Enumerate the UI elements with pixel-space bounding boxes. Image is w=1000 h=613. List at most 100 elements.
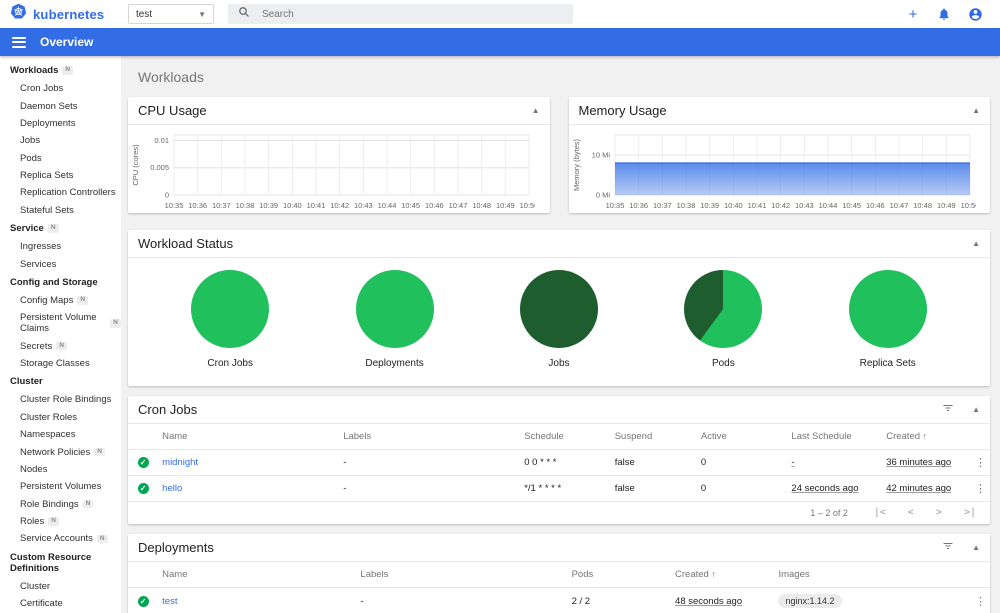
collapse-icon[interactable]: ▲ [972, 543, 980, 552]
sidebar-item-network-policies[interactable]: Network Policies N [0, 443, 121, 460]
filter-icon[interactable] [942, 402, 954, 417]
svg-text:CPU (cores): CPU (cores) [131, 144, 140, 186]
sidebar-item-namespaces[interactable]: Namespaces [0, 426, 121, 443]
sidebar-group-cluster[interactable]: Cluster [0, 372, 121, 391]
column-header-active[interactable]: Active [696, 424, 788, 450]
svg-text:10:40: 10:40 [283, 201, 302, 210]
sidebar-item-cron-jobs[interactable]: Cron Jobs [0, 80, 121, 97]
active-cell: 0 [700, 483, 707, 494]
filter-icon[interactable] [942, 540, 954, 555]
sidebar-item-replication-controllers[interactable]: Replication Controllers [0, 184, 121, 201]
brand[interactable]: kubernetes [10, 3, 128, 25]
sidebar-item-label: Service Accounts [20, 533, 93, 545]
svg-text:10:36: 10:36 [629, 201, 648, 210]
cron-job-link[interactable]: midnight [162, 457, 198, 468]
sidebar-item-label: Deployments [20, 117, 76, 129]
main-content: Workloads CPU Usage ▲ 0 0.005 0.01 10:35 10:… [121, 56, 1000, 613]
sort-ascending-icon: ↑ [708, 569, 716, 579]
cron-job-link[interactable]: hello [162, 483, 182, 494]
sidebar-item-replica-sets[interactable]: Replica Sets [0, 167, 121, 184]
pie-chart-deployments[interactable] [355, 270, 434, 348]
collapse-icon[interactable]: ▲ [972, 106, 980, 115]
svg-text:Memory (bytes): Memory (bytes) [572, 138, 581, 191]
sidebar-item-ingresses[interactable]: Ingresses [0, 238, 121, 255]
cpu-usage-card: CPU Usage ▲ 0 0.005 0.01 10:35 10:36 10:37 10:… [128, 97, 550, 213]
deployments-table: Name Labels Pods Created ↑ Images ✓ test - 2 / 2… [128, 562, 990, 613]
sidebar-group-service[interactable]: Service N [0, 219, 121, 238]
deployment-link[interactable]: test [162, 596, 177, 607]
notifications-button[interactable] [935, 5, 953, 23]
sidebar-item-persistent-volume-claims[interactable]: Persistent Volume Claims N [0, 309, 121, 337]
sidebar-item-pods[interactable]: Pods [0, 150, 121, 167]
row-menu-icon[interactable]: ⋮ [975, 595, 986, 608]
row-menu-icon[interactable]: ⋮ [975, 456, 986, 469]
svg-text:10:36: 10:36 [188, 201, 207, 210]
sidebar-item-jobs[interactable]: Jobs [0, 132, 121, 149]
svg-text:10:37: 10:37 [212, 201, 231, 210]
sort-ascending-icon: ↑ [920, 431, 928, 441]
pie-chart-pods[interactable] [684, 270, 763, 348]
sidebar-group-config-and-storage[interactable]: Config and Storage [0, 273, 121, 292]
kubernetes-dashboard: kubernetes test ▼ + [0, 0, 1000, 613]
svg-text:0.01: 0.01 [154, 136, 169, 145]
column-header-last-schedule[interactable]: Last Schedule [787, 424, 883, 450]
collapse-icon[interactable]: ▲ [972, 405, 980, 414]
column-header-images[interactable]: Images [774, 562, 965, 588]
sidebar-item-nodes[interactable]: Nodes [0, 461, 121, 478]
sidebar-item-label: Replication Controllers [20, 187, 116, 199]
sidebar-group-label: Custom Resource Definitions [10, 551, 92, 574]
sidebar-item-certificate[interactable]: Certificate [0, 595, 121, 612]
search-input[interactable] [262, 8, 563, 20]
schedule-cell: */1 * * * * [524, 483, 562, 494]
sidebar-group-workloads[interactable]: Workloads N [0, 61, 121, 80]
sidebar-item-config-maps[interactable]: Config Maps N [0, 292, 121, 309]
search-bar[interactable] [228, 4, 573, 24]
sidebar-item-service-accounts[interactable]: Service Accounts N [0, 530, 121, 547]
svg-text:10:38: 10:38 [236, 201, 255, 210]
svg-text:10:49: 10:49 [496, 201, 515, 210]
column-header-name[interactable]: Name [158, 424, 340, 450]
active-cell: 0 [700, 457, 707, 468]
collapse-icon[interactable]: ▲ [532, 106, 540, 115]
column-header-pods[interactable]: Pods [567, 562, 672, 588]
next-page-icon[interactable]: > [936, 507, 942, 518]
sidebar-item-secrets[interactable]: Secrets N [0, 338, 121, 355]
sidebar-item-cluster-role-bindings[interactable]: Cluster Role Bindings [0, 391, 121, 408]
column-header-schedule[interactable]: Schedule [520, 424, 611, 450]
pie-chart-jobs[interactable] [519, 270, 598, 348]
plus-icon: + [908, 5, 918, 23]
column-header-created[interactable]: Created ↑ [671, 562, 775, 588]
sidebar-item-storage-classes[interactable]: Storage Classes [0, 355, 121, 372]
sidebar-item-daemon-sets[interactable]: Daemon Sets [0, 97, 121, 114]
first-page-icon[interactable]: |< [874, 507, 886, 518]
create-resource-button[interactable]: + [904, 5, 922, 23]
sidebar-group-custom-resource-definitions[interactable]: Custom Resource Definitions [0, 548, 121, 578]
column-header-name[interactable]: Name [158, 562, 357, 588]
column-header-suspend[interactable]: Suspend [610, 424, 697, 450]
svg-text:10:35: 10:35 [605, 201, 624, 210]
sidebar-item-cluster[interactable]: Cluster [0, 578, 121, 595]
sidebar-item-deployments[interactable]: Deployments [0, 115, 121, 132]
pie-chart-cron-jobs[interactable] [191, 270, 270, 348]
sidebar-item-services[interactable]: Services [0, 255, 121, 272]
collapse-icon[interactable]: ▲ [972, 239, 980, 248]
column-header-labels[interactable]: Labels [339, 424, 521, 450]
sidebar-item-label: Nodes [20, 463, 48, 475]
menu-icon[interactable] [12, 36, 26, 48]
sidebar-item-persistent-volumes[interactable]: Persistent Volumes [0, 478, 121, 495]
account-button[interactable] [966, 5, 984, 23]
sidebar-item-stateful-sets[interactable]: Stateful Sets [0, 202, 121, 219]
sidebar-item-roles[interactable]: Roles N [0, 513, 121, 530]
svg-text:10:48: 10:48 [472, 201, 491, 210]
sidebar-item-role-bindings[interactable]: Role Bindings N [0, 496, 121, 513]
prev-page-icon[interactable]: < [908, 507, 914, 518]
sidebar-item-cluster-roles[interactable]: Cluster Roles [0, 409, 121, 426]
column-header-created[interactable]: Created ↑ [882, 424, 965, 450]
last-schedule-cell: 24 seconds ago [791, 483, 859, 494]
column-header-labels[interactable]: Labels [356, 562, 568, 588]
memory-usage-card: Memory Usage ▲ 0 Mi 10 Mi 10:35 10:36 10:37 1… [568, 97, 990, 213]
row-menu-icon[interactable]: ⋮ [975, 482, 986, 495]
pie-chart-replica-sets[interactable] [848, 270, 927, 348]
last-page-icon[interactable]: >| [964, 507, 976, 518]
namespace-selector[interactable]: test ▼ [128, 4, 214, 24]
